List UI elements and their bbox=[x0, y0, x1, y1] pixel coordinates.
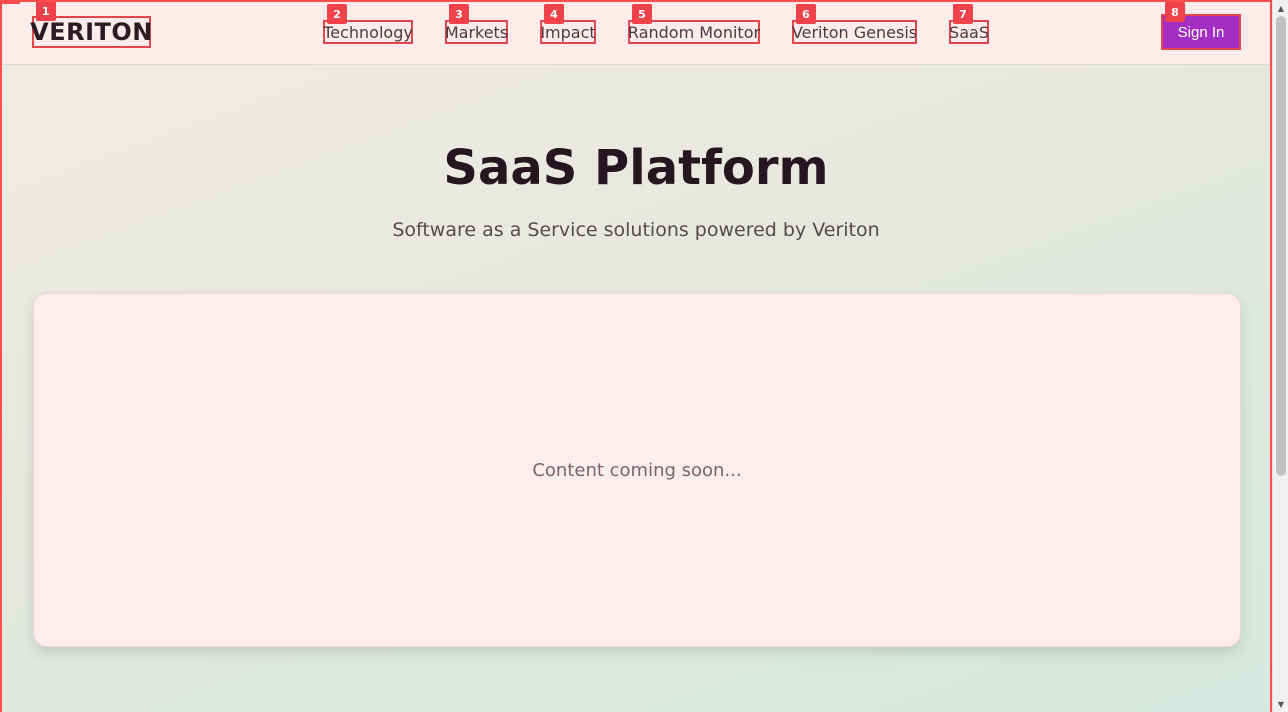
site-header: 1 VERITON 2 Technology 3 Markets 4 Impac… bbox=[0, 0, 1272, 65]
page-subtitle: Software as a Service solutions powered … bbox=[392, 219, 880, 241]
sign-in-label: Sign In bbox=[1177, 23, 1225, 41]
nav-link-impact[interactable]: 4 Impact bbox=[540, 4, 596, 44]
annotation-badge: 7 bbox=[953, 4, 973, 24]
annotation-badge: 3 bbox=[449, 4, 469, 24]
nav-link-label: Random Monitor bbox=[627, 22, 761, 42]
annotation-badge: 5 bbox=[632, 4, 652, 24]
annotation-badge: 4 bbox=[544, 4, 564, 24]
triangle-up-icon[interactable]: ▲ bbox=[1273, 0, 1288, 16]
corner-marker bbox=[0, 0, 20, 4]
nav-link-label: Veriton Genesis bbox=[791, 22, 918, 42]
content-card: Content coming soon... bbox=[33, 293, 1241, 647]
placeholder-text: Content coming soon... bbox=[532, 459, 742, 481]
nav-link-label: Markets bbox=[444, 22, 509, 42]
nav-link-veriton-genesis[interactable]: 6 Veriton Genesis bbox=[791, 4, 918, 44]
nav-link-label: Impact bbox=[540, 22, 596, 42]
page-title: SaaS Platform bbox=[443, 140, 829, 196]
vertical-scrollbar[interactable]: ▲ ▼ bbox=[1272, 0, 1288, 712]
annotation-badge: 6 bbox=[796, 4, 816, 24]
nav-link-saas[interactable]: 7 SaaS bbox=[949, 4, 989, 44]
nav-link-random-monitor[interactable]: 5 Random Monitor bbox=[627, 4, 761, 44]
annotation-badge: 1 bbox=[36, 1, 56, 21]
annotation-badge: 8 bbox=[1165, 2, 1185, 22]
logo-text: VERITON bbox=[30, 18, 153, 46]
nav-link-label: SaaS bbox=[949, 22, 989, 42]
nav-link-markets[interactable]: 3 Markets bbox=[444, 4, 509, 44]
annotation-badge: 2 bbox=[327, 4, 347, 24]
logo-link[interactable]: 1 VERITON bbox=[30, 1, 153, 48]
sign-in-button[interactable]: 8 Sign In bbox=[1161, 2, 1241, 50]
nav-link-technology[interactable]: 2 Technology bbox=[323, 4, 413, 44]
triangle-down-icon[interactable]: ▼ bbox=[1273, 696, 1288, 712]
nav-link-label: Technology bbox=[323, 22, 413, 42]
scrollbar-thumb[interactable] bbox=[1276, 16, 1286, 476]
